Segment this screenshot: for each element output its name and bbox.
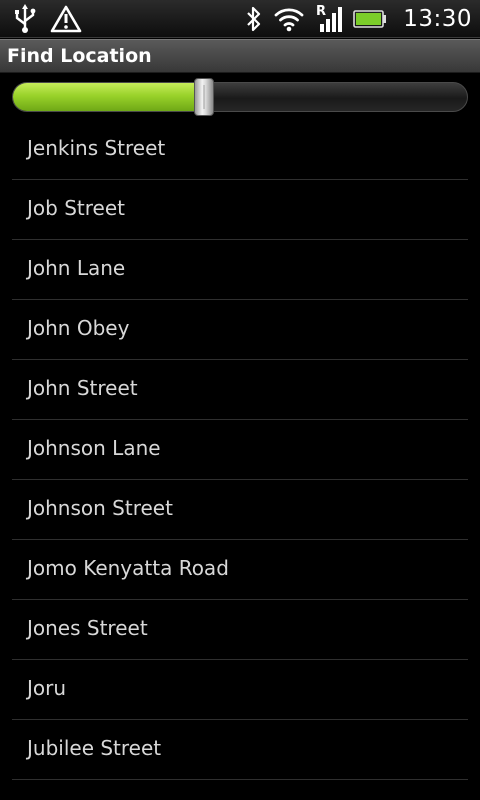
list-item-label: John Obey	[27, 316, 130, 340]
bluetooth-icon	[247, 6, 261, 32]
list-item-label: Jenkins Street	[27, 136, 166, 160]
wifi-icon	[274, 8, 304, 32]
list-item[interactable]: John Street	[12, 360, 468, 420]
slider-thumb[interactable]	[193, 78, 214, 116]
list-item[interactable]: Jubilee Street	[12, 720, 468, 780]
list-item-label: Jomo Kenyatta Road	[27, 556, 229, 580]
list-item-label: Johnson Street	[27, 496, 173, 520]
slider-track[interactable]	[12, 82, 468, 112]
list-item[interactable]: Jones Street	[12, 600, 468, 660]
status-clock: 13:30	[403, 6, 472, 32]
list-item-label: Jones Street	[27, 616, 148, 640]
zoom-slider[interactable]	[12, 78, 468, 116]
list-item-label: Johnson Lane	[27, 436, 161, 460]
slider-fill	[13, 83, 204, 111]
battery-icon	[353, 10, 387, 28]
title-bar: Find Location	[0, 39, 480, 73]
status-bar: R 13:30	[0, 0, 480, 38]
location-list: Jenkins Street Job Street John Lane John Ob…	[0, 120, 480, 780]
list-item[interactable]: Joru	[12, 660, 468, 720]
roaming-indicator: R	[316, 4, 326, 19]
usb-icon	[15, 4, 36, 33]
list-item[interactable]: John Obey	[12, 300, 468, 360]
signal-icon: R	[316, 4, 343, 32]
list-item-label: Job Street	[27, 196, 125, 220]
status-bar-system: R 13:30	[245, 3, 472, 35]
list-item[interactable]: Johnson Lane	[12, 420, 468, 480]
screen: R 13:30 Find Location Jenkins Street Job …	[0, 0, 480, 800]
list-item[interactable]: John Lane	[12, 240, 468, 300]
list-item[interactable]: Jenkins Street	[12, 120, 468, 180]
list-item[interactable]: Johnson Street	[12, 480, 468, 540]
list-item-label: John Lane	[27, 256, 126, 280]
list-item[interactable]: Jomo Kenyatta Road	[12, 540, 468, 600]
page-title: Find Location	[7, 45, 152, 67]
warning-icon	[50, 5, 82, 33]
list-item[interactable]: Job Street	[12, 180, 468, 240]
list-item-label: Joru	[27, 676, 67, 700]
list-item-label: Jubilee Street	[27, 736, 162, 760]
list-item-label: John Street	[27, 376, 138, 400]
status-bar-notifications	[12, 3, 82, 35]
